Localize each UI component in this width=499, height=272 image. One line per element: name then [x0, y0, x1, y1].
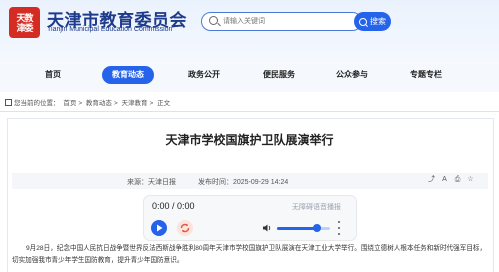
play-icon[interactable] — [151, 220, 167, 236]
collect-icon[interactable]: ☆ — [466, 175, 475, 184]
breadcrumb-separator: > — [149, 100, 154, 107]
breadcrumb-item-news[interactable]: 教育动态 — [86, 100, 112, 107]
search-button-label: 搜索 — [370, 17, 386, 26]
nav-item-education-news[interactable]: 教育动态 — [102, 66, 154, 84]
source-value: 天津日报 — [148, 179, 176, 186]
article-meta: 来源：天津日报 发布时间：2025-09-29 14:24 — [127, 177, 288, 187]
replay-icon[interactable] — [177, 220, 193, 236]
divider — [0, 111, 499, 112]
logo-text-2: 津委 — [16, 22, 33, 33]
article-title: 天津市学校国旗护卫队展演举行 — [165, 133, 334, 147]
time-label: 发布时间： — [198, 179, 233, 186]
search-button-icon — [359, 17, 367, 26]
article-paragraph: 9月28日，纪念中国人民抗日战争暨世界反法西斯战争胜利80周年天津市学校国旗护卫… — [12, 245, 487, 264]
volume-icon[interactable] — [262, 223, 272, 233]
site-logo[interactable]: 天教 津委 — [9, 7, 40, 38]
nav-item-services[interactable]: 便民服务 — [249, 66, 309, 84]
site-header: 天教 津委 天津市教育委员会 Tianjin Municipal Educati… — [0, 0, 499, 58]
breadcrumb-separator: > — [113, 100, 118, 107]
nav-item-special-topics[interactable]: 专题专栏 — [396, 66, 456, 84]
nav-item-home[interactable]: 首页 — [23, 66, 83, 84]
article-body: 9月28日，纪念中国人民抗日战争暨世界反法西斯战争胜利80周年天津市学校国旗护卫… — [12, 243, 488, 267]
main-nav: 首页 教育动态 政务公开 便民服务 公众参与 专题专栏 — [0, 58, 499, 92]
search-input[interactable] — [223, 14, 333, 28]
breadcrumb-separator: > — [78, 100, 83, 107]
breadcrumb-prefix: 您当前的位置： — [14, 100, 60, 107]
breadcrumb: 您当前的位置： 首页 > 教育动态 > 天津教育 > 正文 — [5, 97, 172, 107]
search-box[interactable] — [201, 12, 362, 31]
time-value: 2025-09-29 14:24 — [233, 179, 289, 186]
breadcrumb-item-current: 正文 — [157, 100, 171, 107]
volume-slider-fill — [277, 227, 317, 230]
site-subtitle: Tianjin Municipal Education Commission — [47, 26, 173, 33]
accessible-voice-label[interactable]: 无障碍语音播报 — [292, 202, 341, 212]
home-icon — [5, 99, 12, 106]
search-icon — [209, 16, 218, 25]
article-tools: ⤴ A ⎙ ☆ — [427, 175, 475, 184]
nav-item-government-affairs[interactable]: 政务公开 — [174, 66, 234, 84]
print-icon[interactable]: ⎙ — [453, 175, 462, 184]
audio-time: 0:00 / 0:00 — [152, 201, 195, 211]
share-icon[interactable]: ⤴ — [427, 175, 436, 184]
volume-slider-handle[interactable] — [312, 224, 321, 232]
font-size-icon[interactable]: A — [440, 175, 449, 184]
source-label: 来源： — [127, 179, 148, 186]
breadcrumb-item-home[interactable]: 首页 — [63, 100, 76, 107]
more-options-icon[interactable] — [336, 221, 341, 235]
search-button[interactable]: 搜索 — [354, 12, 391, 31]
logo-text-1: 天教 — [16, 12, 33, 23]
nav-item-public-participation[interactable]: 公众参与 — [322, 66, 382, 84]
volume-slider[interactable] — [277, 224, 330, 232]
breadcrumb-item-tianjin-education[interactable]: 天津教育 — [122, 100, 148, 107]
